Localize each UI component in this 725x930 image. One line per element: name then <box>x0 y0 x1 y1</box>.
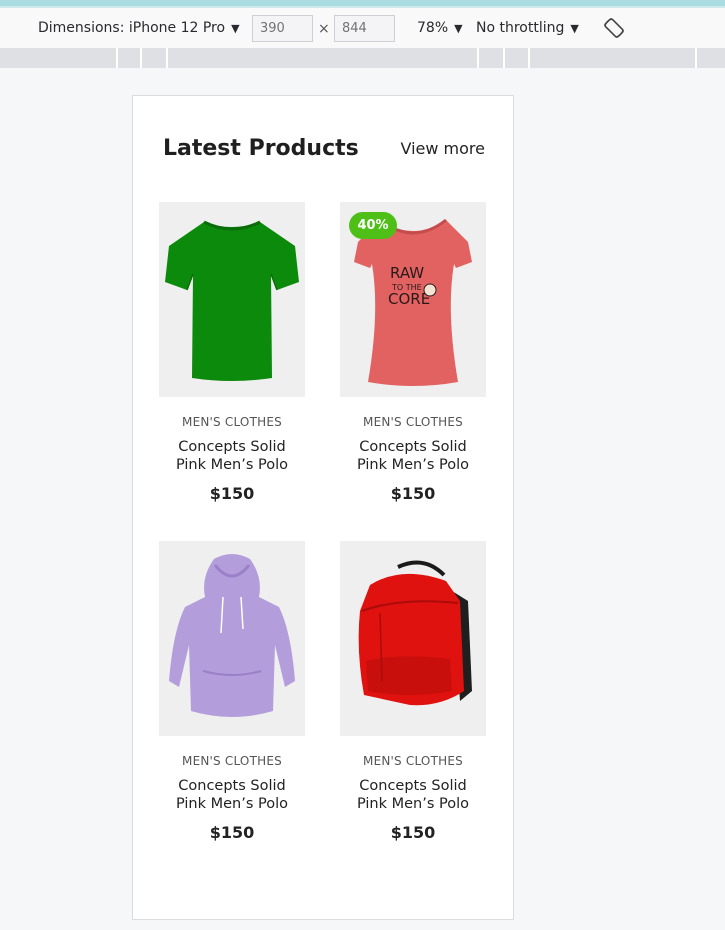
device-viewport: Latest Products View more MEN'S CLOTHES … <box>132 95 514 920</box>
product-card[interactable]: MEN'S CLOTHES Concepts Solid Pink Men’s … <box>340 541 486 842</box>
shirt-print-text: RAW <box>390 264 424 282</box>
width-input[interactable] <box>252 15 313 42</box>
product-category: MEN'S CLOTHES <box>363 754 463 768</box>
product-title-line: Concepts Solid <box>359 439 467 455</box>
product-price: $150 <box>390 484 436 503</box>
product-title-line: Concepts Solid <box>178 778 286 794</box>
devtools-top-accent <box>0 0 725 8</box>
product-price: $150 <box>390 823 436 842</box>
section-title: Latest Products <box>163 136 359 161</box>
product-title-line: Concepts Solid <box>178 439 286 455</box>
product-title-line: Pink Men’s Polo <box>356 796 470 812</box>
product-image[interactable] <box>340 541 486 736</box>
product-title-line: Concepts Solid <box>359 778 467 794</box>
red-backpack-icon <box>358 560 472 706</box>
product-title-line: Pink Men’s Polo <box>175 796 289 812</box>
discount-badge: 40% <box>349 212 397 239</box>
product-card[interactable]: MEN'S CLOTHES Concepts Solid Pink Men’s … <box>159 202 305 503</box>
caret-down-icon: ▼ <box>454 21 463 35</box>
product-title[interactable]: Concepts Solid Pink Men’s Polo <box>340 777 486 813</box>
product-title-line: Pink Men’s Polo <box>175 457 289 473</box>
zoom-label: 78% <box>417 20 449 36</box>
product-title[interactable]: Concepts Solid Pink Men’s Polo <box>159 777 305 813</box>
lavender-hoodie-icon <box>169 554 295 717</box>
height-input[interactable] <box>334 15 395 42</box>
throttling-dropdown[interactable]: No throttling ▼ <box>476 20 579 36</box>
product-price: $150 <box>209 484 255 503</box>
shirt-print-text: CORE <box>388 290 430 308</box>
product-image[interactable] <box>159 202 305 397</box>
green-tshirt-icon <box>165 220 299 381</box>
media-query-ruler <box>0 48 725 68</box>
caret-down-icon: ▼ <box>570 21 579 35</box>
product-title[interactable]: Concepts Solid Pink Men’s Polo <box>159 438 305 474</box>
product-card[interactable]: RAW TO THE CORE 40% MEN'S CLOTHES Concep… <box>340 202 486 503</box>
caret-down-icon: ▼ <box>231 21 240 35</box>
zoom-dropdown[interactable]: 78% ▼ <box>417 20 463 36</box>
product-category: MEN'S CLOTHES <box>182 754 282 768</box>
device-label: Dimensions: iPhone 12 Pro <box>38 20 226 36</box>
product-price: $150 <box>209 823 255 842</box>
throttling-label: No throttling <box>476 20 565 36</box>
product-category: MEN'S CLOTHES <box>182 415 282 429</box>
device-dropdown[interactable]: Dimensions: iPhone 12 Pro ▼ <box>38 20 240 36</box>
product-card[interactable]: MEN'S CLOTHES Concepts Solid Pink Men’s … <box>159 541 305 842</box>
view-more-link[interactable]: View more <box>401 139 486 158</box>
product-title[interactable]: Concepts Solid Pink Men’s Polo <box>340 438 486 474</box>
responsive-toolbar: Dimensions: iPhone 12 Pro ▼ × 78% ▼ No t… <box>0 8 725 48</box>
dimension-separator: × <box>318 21 330 37</box>
product-category: MEN'S CLOTHES <box>363 415 463 429</box>
product-image[interactable] <box>159 541 305 736</box>
rotate-device-icon[interactable] <box>603 17 625 39</box>
product-image[interactable]: RAW TO THE CORE 40% <box>340 202 486 397</box>
product-title-line: Pink Men’s Polo <box>356 457 470 473</box>
